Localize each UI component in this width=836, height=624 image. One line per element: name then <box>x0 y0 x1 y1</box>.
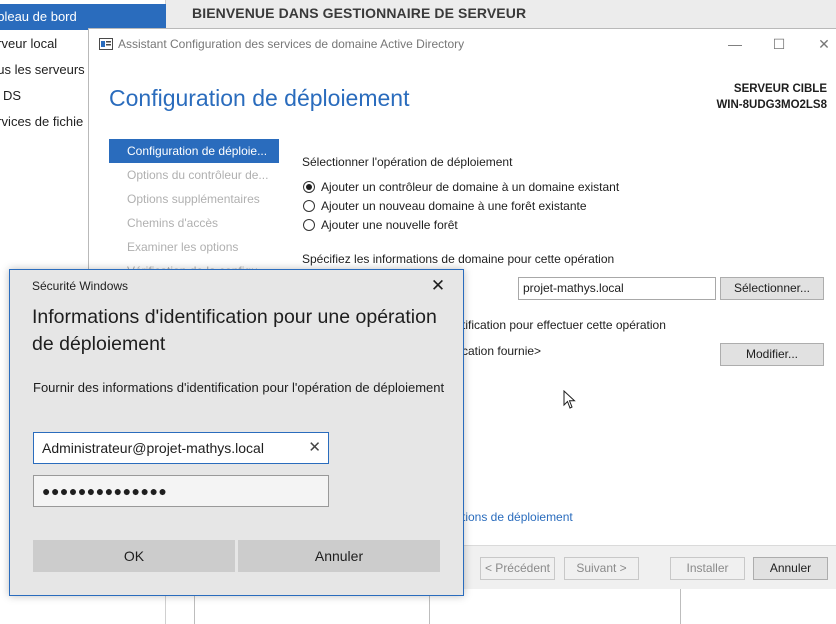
server-manager-header: BIENVENUE DANS GESTIONNAIRE DE SERVEUR <box>166 0 836 28</box>
install-button[interactable]: Installer <box>670 557 745 580</box>
ok-button[interactable]: OK <box>33 540 235 572</box>
mouse-pointer-icon <box>563 390 576 409</box>
radio-button[interactable] <box>303 181 315 193</box>
username-value: Administrateur@projet-mathys.local <box>42 440 264 456</box>
radio-button[interactable] <box>303 219 315 231</box>
select-operation-label: Sélectionner l'opération de déploiement <box>302 155 513 169</box>
domain-info-label: Spécifiez les informations de domaine po… <box>302 252 615 266</box>
radio-button[interactable] <box>303 200 315 212</box>
target-server-label: SERVEUR CIBLE <box>733 83 827 95</box>
cancel-button[interactable]: Annuler <box>753 557 828 580</box>
server-manager-app-icon <box>99 38 113 50</box>
next-button[interactable]: Suivant > <box>564 557 639 580</box>
close-icon[interactable]: ✕ <box>806 29 836 59</box>
close-icon[interactable]: ✕ <box>423 274 453 298</box>
wizard-window-title: Assistant Configuration des services de … <box>118 37 465 51</box>
modify-credentials-button[interactable]: Modifier... <box>720 343 824 366</box>
previous-button[interactable]: < Précédent <box>480 557 555 580</box>
deployment-options-link[interactable]: tions de déploiement <box>462 510 573 524</box>
step-additional-options[interactable]: Options supplémentaires <box>109 187 279 211</box>
welcome-title: BIENVENUE DANS GESTIONNAIRE DE SERVEUR <box>192 5 527 21</box>
dialog-description: Fournir des informations d'identificatio… <box>33 380 445 395</box>
wizard-steps-nav: Configuration de déploie... Options du c… <box>109 139 279 283</box>
step-paths[interactable]: Chemins d'accès <box>109 211 279 235</box>
clear-icon[interactable]: ✕ <box>308 433 321 463</box>
target-server-name: WIN-8UDG3MO2LS8 <box>716 99 827 111</box>
step-deployment-config[interactable]: Configuration de déploie... <box>109 139 279 163</box>
step-review-options[interactable]: Examiner les options <box>109 235 279 259</box>
maximize-icon[interactable]: ☐ <box>761 29 797 59</box>
password-field[interactable]: ●●●●●●●●●●●●●● <box>33 475 329 507</box>
credentials-label: tification pour effectuer cette opératio… <box>462 318 666 332</box>
minimize-icon[interactable]: — <box>717 29 753 59</box>
sidebar-item-dashboard[interactable]: ableau de bord <box>0 4 166 30</box>
windows-security-dialog: Sécurité Windows ✕ Informations d'identi… <box>9 269 464 596</box>
step-dc-options[interactable]: Options du contrôleur de... <box>109 163 279 187</box>
wizard-titlebar[interactable]: Assistant Configuration des services de … <box>89 29 836 59</box>
page-title: Configuration de déploiement <box>109 85 410 111</box>
username-field[interactable]: Administrateur@projet-mathys.local ✕ <box>33 432 329 464</box>
domain-field[interactable]: projet-mathys.local <box>518 277 716 300</box>
dialog-heading: Informations d'identification pour une o… <box>32 306 437 355</box>
credentials-value: cation fournie> <box>462 344 542 358</box>
cancel-button[interactable]: Annuler <box>238 540 440 572</box>
select-domain-button[interactable]: Sélectionner... <box>720 277 824 300</box>
divider <box>680 588 681 624</box>
dialog-title: Sécurité Windows <box>32 279 129 293</box>
